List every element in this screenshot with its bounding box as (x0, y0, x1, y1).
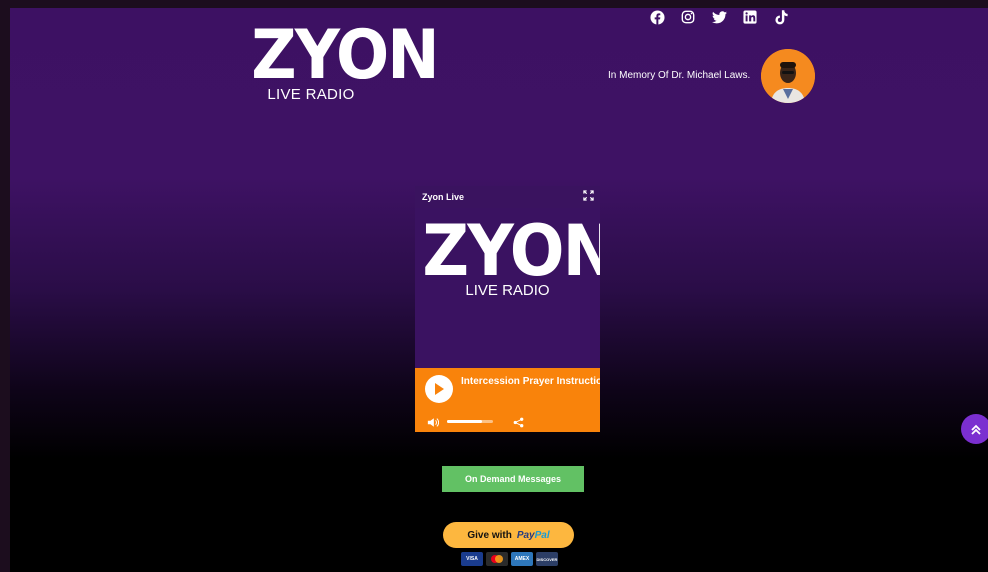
give-label: Give with (467, 529, 512, 541)
share-icon[interactable] (513, 415, 524, 432)
player-header: Zyon Live (415, 186, 600, 208)
player-logo: ZYON LIVE RADIO (415, 216, 600, 299)
radio-player: Zyon Live ZYON LIVE RADIO Intercession P… (415, 186, 600, 432)
track-title: Intercession Prayer Instruction (461, 376, 600, 387)
tiktok-icon[interactable] (772, 8, 790, 26)
paypal-logo: PayPal (516, 529, 550, 541)
on-demand-button[interactable]: On Demand Messages (442, 466, 584, 492)
chevron-up-icon (971, 424, 981, 435)
twitter-icon[interactable] (710, 8, 728, 26)
page: ZYON LIVE RADIO In Memory Of Dr. Michael… (10, 8, 988, 572)
player-logo-word: ZYON (422, 210, 600, 292)
memorial-text: In Memory Of Dr. Michael Laws. (608, 70, 751, 81)
play-icon (435, 383, 444, 395)
paypal-button[interactable]: Give with PayPal (443, 522, 574, 548)
facebook-icon[interactable] (648, 8, 666, 26)
amex-card-icon: AMEX (511, 552, 533, 566)
linkedin-icon[interactable] (741, 8, 759, 26)
play-button[interactable] (425, 375, 453, 403)
logo-word: ZYON (251, 16, 439, 95)
payment-cards: VISA AMEX DISCOVER (461, 552, 558, 566)
fullscreen-icon[interactable] (583, 188, 594, 206)
social-links (648, 8, 790, 26)
visa-card-icon: VISA (461, 552, 483, 566)
mastercard-icon (486, 552, 508, 566)
volume-fill (447, 420, 482, 423)
discover-card-icon: DISCOVER (536, 552, 558, 566)
volume-icon[interactable] (427, 415, 440, 432)
scroll-to-top-button[interactable] (961, 414, 988, 444)
player-title: Zyon Live (422, 192, 465, 202)
memorial-portrait (761, 49, 815, 103)
site-logo[interactable]: ZYON LIVE RADIO (246, 16, 439, 104)
volume-slider[interactable] (447, 420, 493, 423)
instagram-icon[interactable] (679, 8, 697, 26)
player-controls: Intercession Prayer Instruction (415, 368, 600, 432)
